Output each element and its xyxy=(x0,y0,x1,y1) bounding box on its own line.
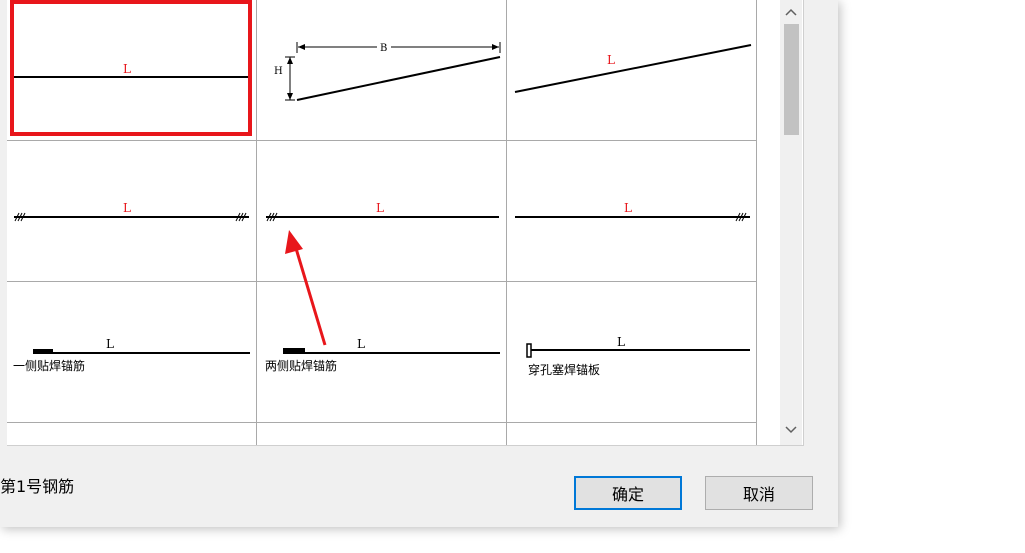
shape-caption: 两侧贴焊锚筋 xyxy=(265,358,337,373)
length-label: L xyxy=(106,337,114,351)
shape-grid: L B H L L L L L 一侧贴焊锚筋 L 两侧贴焊锚筋 L 穿孔塞焊锚板 xyxy=(7,0,760,445)
vertical-scrollbar[interactable] xyxy=(780,0,802,445)
sloped-bar-bh-drawing: B H xyxy=(274,42,501,101)
ok-button[interactable]: 确定 xyxy=(574,476,682,510)
length-label: L xyxy=(624,201,632,215)
shape-cell-12[interactable] xyxy=(507,423,757,445)
one-side-weld-drawing: L 一侧贴焊锚筋 xyxy=(13,337,250,373)
shape-cell-11[interactable] xyxy=(257,423,507,445)
cancel-button[interactable]: 取消 xyxy=(705,476,813,510)
shape-cell-9-plug-weld-plate[interactable]: L 穿孔塞焊锚板 xyxy=(507,282,757,423)
shape-caption: 一侧贴焊锚筋 xyxy=(13,358,85,373)
chevron-up-icon[interactable] xyxy=(780,2,802,22)
shape-cell-3-sloped[interactable]: L xyxy=(507,0,757,141)
left-end-hatch-drawing: L xyxy=(266,201,499,222)
length-label: L xyxy=(617,335,625,349)
length-label: L xyxy=(123,201,131,215)
shape-cell-6-right-hook[interactable]: L xyxy=(507,141,757,282)
chevron-down-icon[interactable] xyxy=(780,420,802,440)
length-label: L xyxy=(123,62,131,76)
rebar-shape-dialog: L B H L L L L L 一侧贴焊锚筋 L 两侧贴焊锚筋 L 穿孔塞焊锚板… xyxy=(0,0,838,527)
length-label: L xyxy=(357,337,365,351)
length-label: L xyxy=(376,201,384,215)
length-label: L xyxy=(607,53,615,67)
shape-caption: 穿孔塞焊锚板 xyxy=(528,362,600,377)
width-label: B xyxy=(380,43,387,54)
right-end-hatch-drawing: L xyxy=(515,201,750,222)
shape-cell-10[interactable] xyxy=(7,423,257,445)
shape-cell-1-straight[interactable]: L xyxy=(7,0,257,141)
background-area xyxy=(838,0,1025,553)
shape-cell-2-sloped-bh[interactable]: B H xyxy=(257,0,507,141)
shape-grid-panel: L B H L L L L L 一侧贴焊锚筋 L 两侧贴焊锚筋 L 穿孔塞焊锚板 xyxy=(7,0,804,446)
height-label: H xyxy=(274,66,283,77)
background-area-bottom xyxy=(0,527,1025,553)
plug-weld-plate-drawing: L 穿孔塞焊锚板 xyxy=(526,335,750,377)
both-end-hatch-drawing: L xyxy=(14,201,249,222)
scrollbar-thumb[interactable] xyxy=(784,24,799,135)
two-side-weld-drawing: L 两侧贴焊锚筋 xyxy=(265,337,500,373)
shape-cell-7-one-side-weld[interactable]: L 一侧贴焊锚筋 xyxy=(7,282,257,423)
selected-rebar-status: 第1号钢筋 xyxy=(0,477,75,496)
shape-cell-4-both-hooks[interactable]: L xyxy=(7,141,257,282)
straight-bar-drawing: L xyxy=(14,62,249,78)
shape-cell-5-left-hook[interactable]: L xyxy=(257,141,507,282)
shape-cell-8-two-side-weld[interactable]: L 两侧贴焊锚筋 xyxy=(257,282,507,423)
sloped-bar-drawing: L xyxy=(514,44,752,93)
